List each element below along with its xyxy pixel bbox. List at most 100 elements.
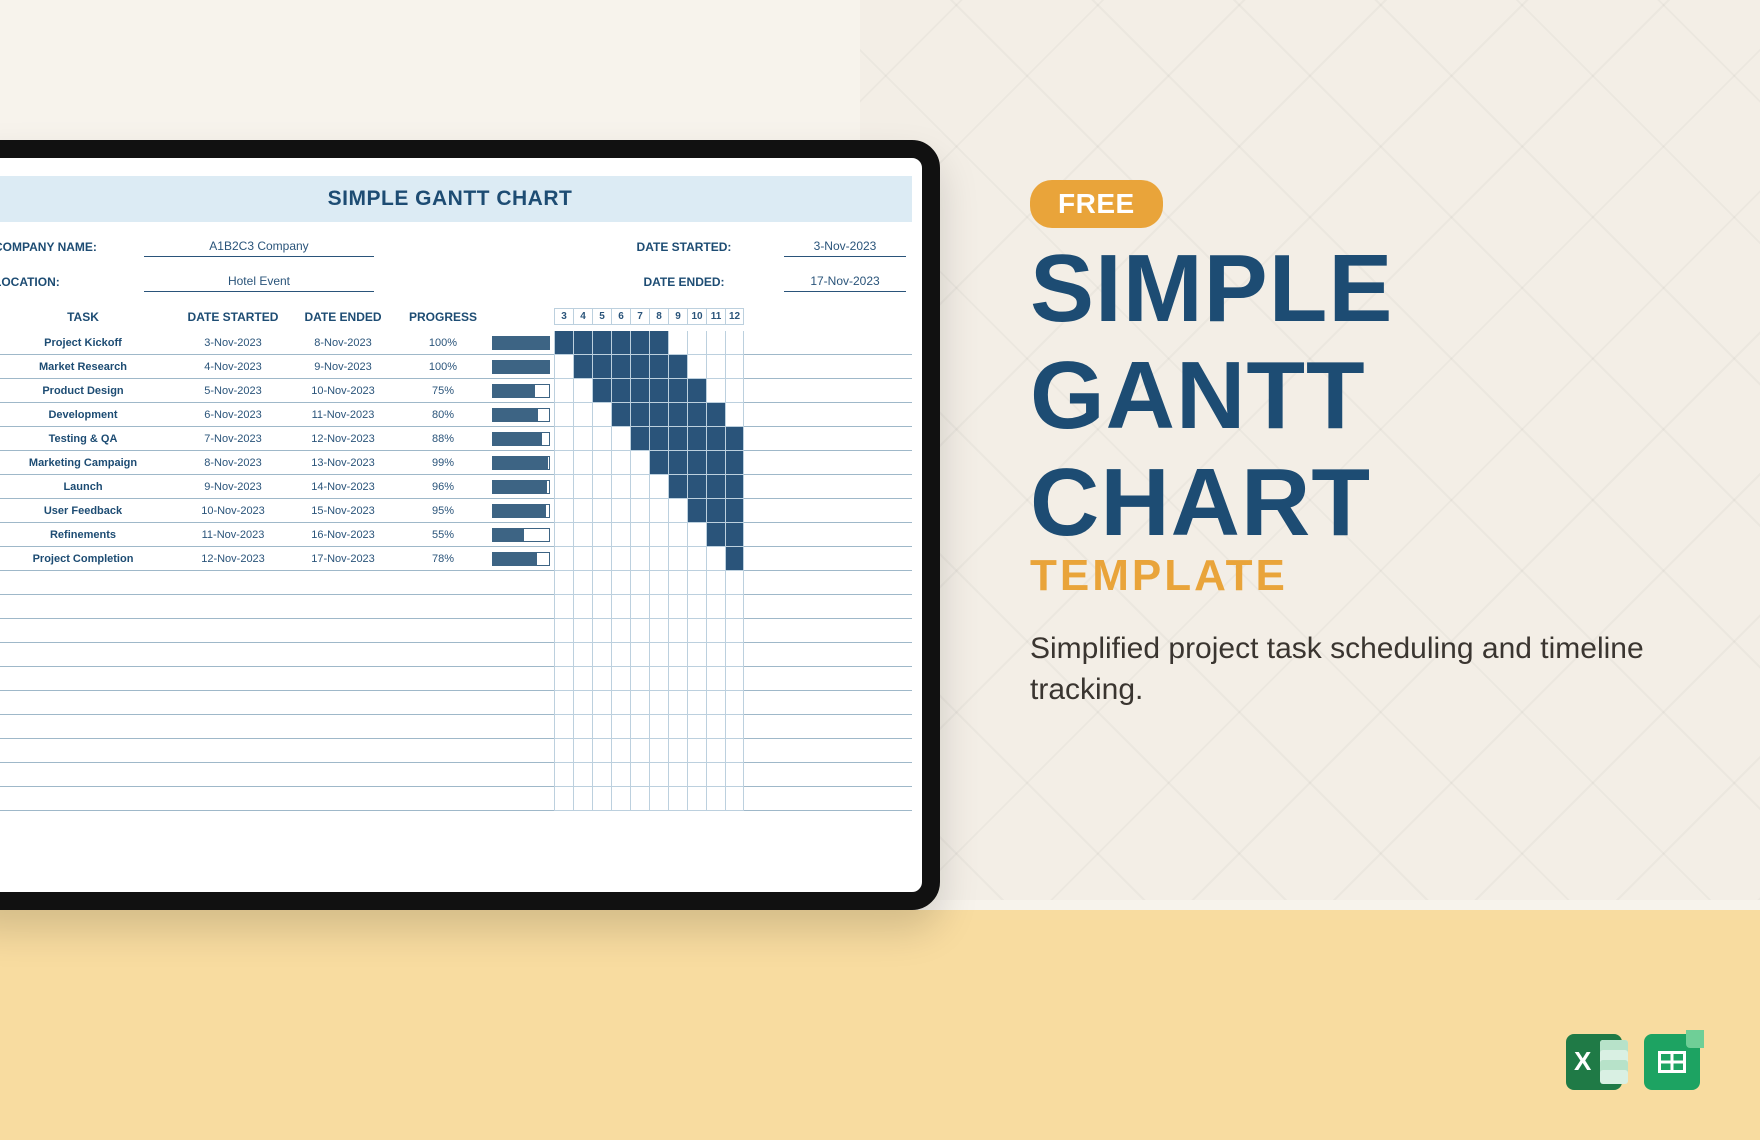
sheet-title: SIMPLE GANTT CHART <box>0 176 912 222</box>
gantt-day: 8 <box>649 308 668 325</box>
gantt-cell <box>687 451 706 475</box>
gantt-cell <box>611 379 630 403</box>
gantt-cell <box>554 523 573 547</box>
gantt-cell <box>554 427 573 451</box>
gantt-row <box>554 403 912 427</box>
gantt-cell <box>573 523 592 547</box>
task-name: Testing & QA <box>0 433 178 445</box>
gantt-cell <box>668 427 687 451</box>
task-name: Product Design <box>0 385 178 397</box>
date-ended-value: 17-Nov-2023 <box>784 271 906 292</box>
gantt-cell <box>725 475 744 499</box>
task-progress: 78% <box>398 553 488 565</box>
gantt-row <box>554 331 912 355</box>
task-end: 13-Nov-2023 <box>288 457 398 469</box>
gantt-cell <box>649 379 668 403</box>
task-start: 12-Nov-2023 <box>178 553 288 565</box>
table-row <box>0 643 912 667</box>
table-row: Market Research4-Nov-20239-Nov-2023100% <box>0 355 912 379</box>
gantt-day: 12 <box>725 308 744 325</box>
gantt-cell <box>668 451 687 475</box>
task-end: 9-Nov-2023 <box>288 361 398 373</box>
task-start: 9-Nov-2023 <box>178 481 288 493</box>
gantt-cell <box>573 547 592 571</box>
progress-bar <box>492 456 550 470</box>
gantt-cell <box>554 499 573 523</box>
google-sheets-icon <box>1644 1034 1700 1090</box>
gantt-cell <box>554 355 573 379</box>
gantt-cell <box>630 499 649 523</box>
meta-row-2: LOCATION: Hotel Event DATE ENDED: 17-Nov… <box>0 271 906 292</box>
gantt-cell <box>630 331 649 355</box>
gantt-cell <box>725 355 744 379</box>
table-row <box>0 595 912 619</box>
gantt-day: 11 <box>706 308 725 325</box>
gantt-cell <box>649 475 668 499</box>
gantt-cell <box>630 475 649 499</box>
header-progress: PROGRESS <box>398 310 488 324</box>
gantt-cell <box>668 403 687 427</box>
location-label: LOCATION: <box>0 275 134 289</box>
task-name: Launch <box>0 481 178 493</box>
gantt-cell <box>554 331 573 355</box>
gantt-cell <box>706 331 725 355</box>
gantt-cell <box>687 523 706 547</box>
task-end: 16-Nov-2023 <box>288 529 398 541</box>
gantt-cell <box>687 475 706 499</box>
gantt-day-header: 3456789101112 <box>554 308 912 325</box>
gantt-cell <box>706 547 725 571</box>
gantt-day: 9 <box>668 308 687 325</box>
gantt-cell <box>611 523 630 547</box>
table-row: Testing & QA7-Nov-202312-Nov-202388% <box>0 427 912 451</box>
table-row <box>0 787 912 811</box>
table-row: Project Kickoff3-Nov-20238-Nov-2023100% <box>0 331 912 355</box>
table-row: Marketing Campaign8-Nov-202313-Nov-20239… <box>0 451 912 475</box>
task-start: 4-Nov-2023 <box>178 361 288 373</box>
table-row <box>0 619 912 643</box>
task-end: 12-Nov-2023 <box>288 433 398 445</box>
gantt-cell <box>668 499 687 523</box>
gantt-cell <box>706 475 725 499</box>
gantt-cell <box>725 523 744 547</box>
gantt-cell <box>592 403 611 427</box>
gantt-cell <box>687 355 706 379</box>
gantt-cell <box>649 355 668 379</box>
table-body: Project Kickoff3-Nov-20238-Nov-2023100%M… <box>0 331 912 571</box>
gantt-cell <box>649 523 668 547</box>
gantt-cell <box>592 427 611 451</box>
meta-row-1: COMPANY NAME: A1B2C3 Company DATE STARTE… <box>0 236 906 257</box>
gantt-cell <box>725 331 744 355</box>
gantt-cell <box>611 355 630 379</box>
task-name: Refinements <box>0 529 178 541</box>
gantt-cell <box>611 427 630 451</box>
gantt-cell <box>573 331 592 355</box>
gantt-cell <box>630 451 649 475</box>
bottom-band <box>0 910 1760 1140</box>
title-line-2: GANTT <box>1030 349 1670 442</box>
gantt-cell <box>725 379 744 403</box>
task-name: Project Kickoff <box>0 337 178 349</box>
task-progress: 100% <box>398 337 488 349</box>
task-progress: 75% <box>398 385 488 397</box>
gantt-cell <box>630 547 649 571</box>
gantt-cell <box>630 427 649 451</box>
table-row: User Feedback10-Nov-202315-Nov-202395% <box>0 499 912 523</box>
gantt-row <box>554 355 912 379</box>
gantt-cell <box>573 475 592 499</box>
task-start: 7-Nov-2023 <box>178 433 288 445</box>
gantt-cell <box>592 523 611 547</box>
gantt-cell <box>630 523 649 547</box>
task-name: Development <box>0 409 178 421</box>
task-end: 15-Nov-2023 <box>288 505 398 517</box>
gantt-cell <box>554 403 573 427</box>
gantt-cell <box>554 379 573 403</box>
tablet-mockup: SIMPLE GANTT CHART COMPANY NAME: A1B2C3 … <box>0 140 940 910</box>
table-row: Project Completion12-Nov-202317-Nov-2023… <box>0 547 912 571</box>
gantt-day: 5 <box>592 308 611 325</box>
gantt-cell <box>611 403 630 427</box>
task-name: Market Research <box>0 361 178 373</box>
gantt-day: 10 <box>687 308 706 325</box>
gantt-cell <box>668 475 687 499</box>
location-value: Hotel Event <box>144 271 374 292</box>
gantt-cell <box>706 355 725 379</box>
